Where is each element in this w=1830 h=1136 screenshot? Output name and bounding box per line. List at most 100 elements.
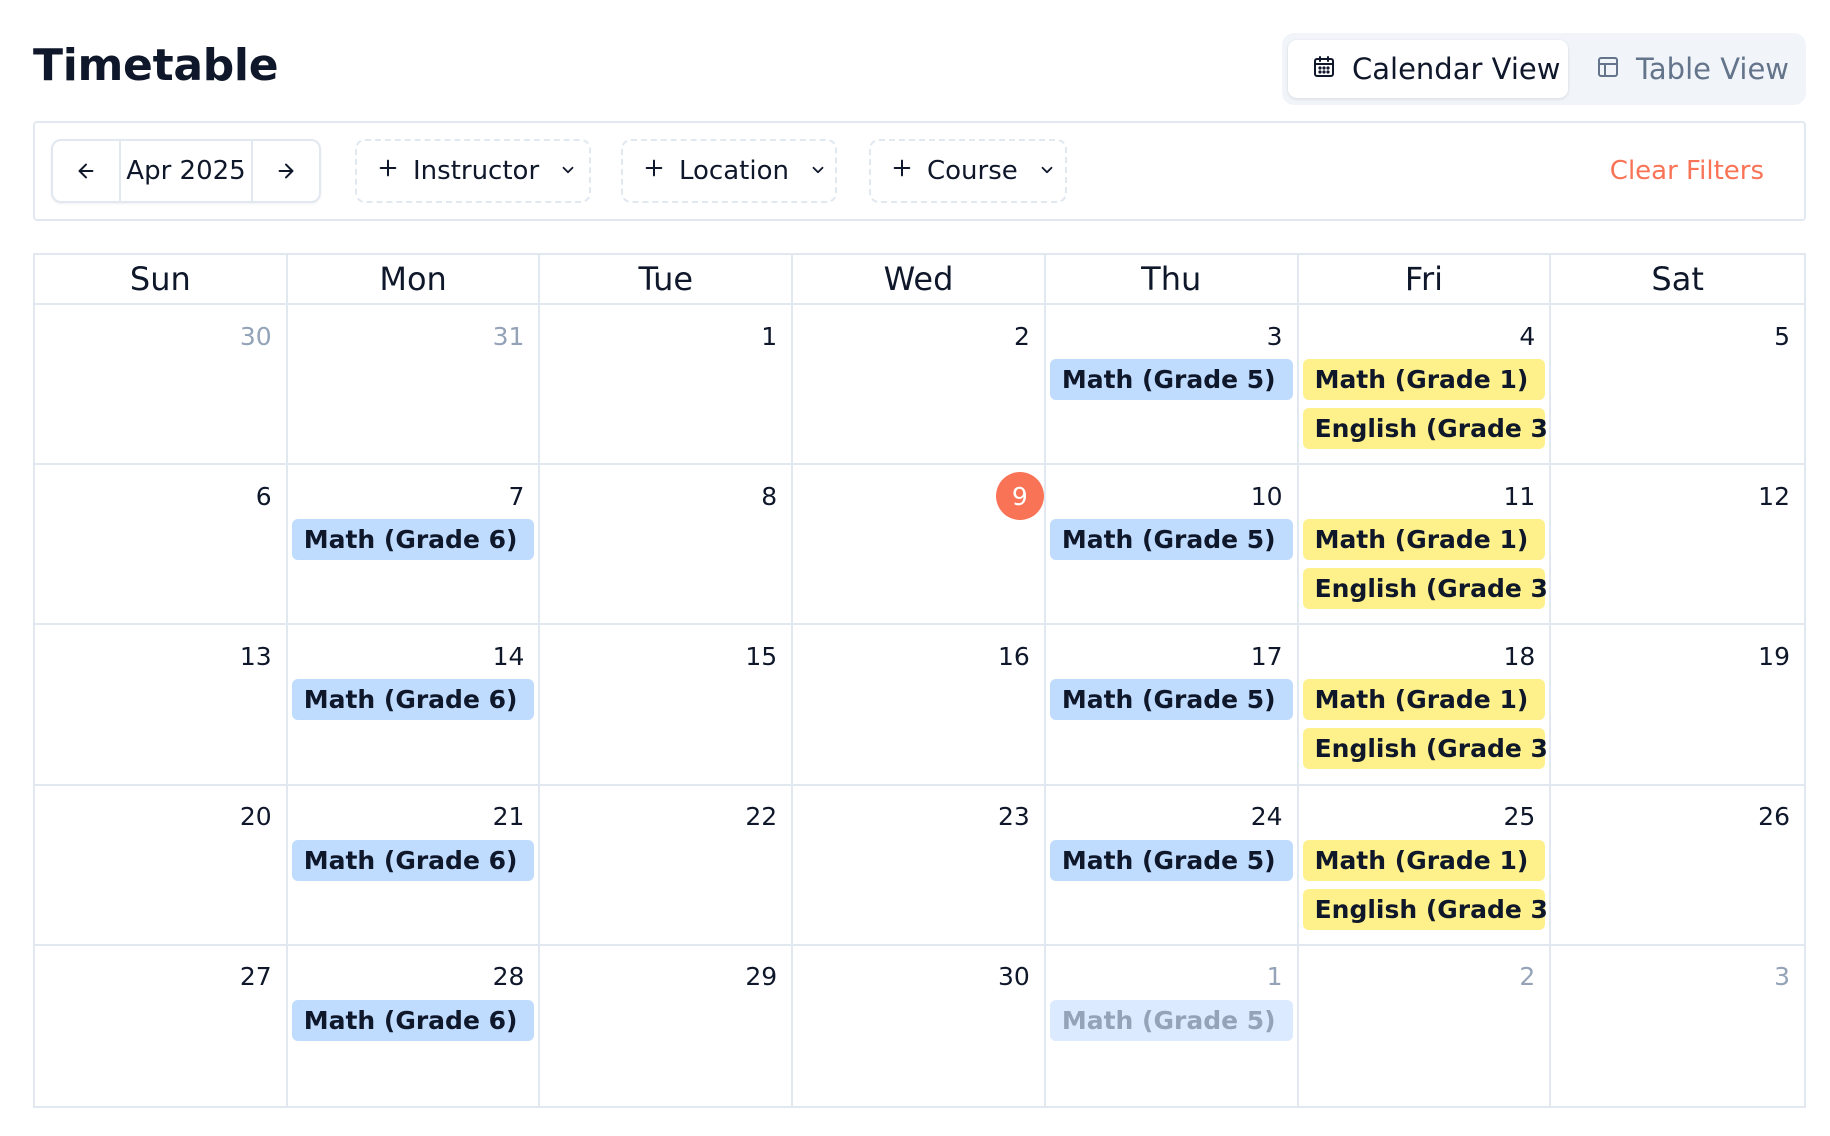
event-chip[interactable]: Math (Grade 5) xyxy=(1049,999,1293,1041)
date-number: 6 xyxy=(39,475,282,517)
day-cell[interactable]: 18 Math (Grade 1) English (Grade 3) xyxy=(1298,625,1552,786)
day-cell[interactable]: 20 xyxy=(35,785,288,946)
day-cell[interactable]: 30 xyxy=(35,305,288,466)
day-cell[interactable]: 7 Math (Grade 6) xyxy=(287,465,541,626)
day-cell[interactable]: 27 xyxy=(35,945,288,1106)
date-number-text: 3 xyxy=(1266,321,1283,351)
event-chip[interactable]: Math (Grade 6) xyxy=(291,519,535,561)
date-number: 23 xyxy=(797,796,1040,838)
date-number: 25 xyxy=(1303,796,1546,838)
filter-toolbar: Apr 2025 Instructor Location Course Clea… xyxy=(33,121,1806,221)
day-cell[interactable]: 4 Math (Grade 1) English (Grade 3) xyxy=(1298,305,1552,466)
course-filter-button[interactable]: Course xyxy=(869,139,1067,203)
date-number: 29 xyxy=(544,956,787,998)
day-cell[interactable]: 1 xyxy=(540,305,794,466)
day-cell[interactable]: 28 Math (Grade 6) xyxy=(288,945,541,1106)
course-filter-label: Course xyxy=(927,156,1018,186)
date-number-text: 30 xyxy=(239,321,272,351)
table-view-label: Table View xyxy=(1636,52,1790,86)
calendar-view-button[interactable]: Calendar View xyxy=(1288,40,1568,98)
event-chip[interactable]: Math (Grade 5) xyxy=(1049,359,1293,400)
date-number: 13 xyxy=(39,635,282,677)
event-chip[interactable]: Math (Grade 1) xyxy=(1302,679,1546,721)
date-number: 3 xyxy=(1555,956,1800,998)
weekday-header: Mon xyxy=(287,255,541,305)
plus-icon xyxy=(643,156,665,186)
day-cell[interactable]: 23 xyxy=(793,785,1046,946)
day-cell[interactable]: 1 Math (Grade 5) xyxy=(1046,945,1299,1106)
day-cell[interactable]: 2 xyxy=(793,305,1046,466)
location-filter-label: Location xyxy=(679,156,789,186)
event-chip[interactable]: Math (Grade 5) xyxy=(1049,839,1293,881)
day-cell[interactable]: 6 xyxy=(35,465,288,626)
day-cell[interactable]: 31 xyxy=(287,305,541,466)
day-cell[interactable]: 13 xyxy=(35,625,288,786)
event-chip[interactable]: Math (Grade 5) xyxy=(1049,679,1293,721)
date-number: 2 xyxy=(1303,956,1546,998)
day-cell[interactable]: 10 Math (Grade 5) xyxy=(1045,465,1299,626)
event-chip[interactable]: English (Grade 3) xyxy=(1302,568,1549,610)
plus-icon xyxy=(377,156,399,186)
date-number: 14 xyxy=(292,635,535,677)
view-toggle: Calendar View Table View xyxy=(1282,33,1806,105)
day-cell[interactable]: 8 xyxy=(540,465,794,626)
day-cell[interactable]: 24 Math (Grade 5) xyxy=(1045,785,1299,946)
event-list: Math (Grade 1) English (Grade 3) xyxy=(1302,679,1549,770)
event-list: Math (Grade 1) English (Grade 3) xyxy=(1302,359,1549,449)
event-list: Math (Grade 1) English (Grade 3) xyxy=(1302,839,1549,930)
date-number-text: 11 xyxy=(1503,481,1536,511)
day-cell[interactable]: 12 xyxy=(1551,465,1804,626)
date-number: 11 xyxy=(1303,475,1546,517)
event-chip[interactable]: English (Grade 3) xyxy=(1302,728,1549,770)
day-cell[interactable]: 9 xyxy=(793,465,1046,626)
day-cell[interactable]: 21 Math (Grade 6) xyxy=(287,785,541,946)
day-cell[interactable]: 11 Math (Grade 1) English (Grade 3) xyxy=(1298,465,1552,626)
event-chip[interactable]: Math (Grade 6) xyxy=(291,999,535,1041)
event-chip[interactable]: Math (Grade 6) xyxy=(291,679,535,721)
date-number: 22 xyxy=(544,796,787,838)
date-number-text: 28 xyxy=(492,962,525,992)
event-chip[interactable]: English (Grade 3) xyxy=(1302,888,1549,930)
clear-filters-button[interactable]: Clear Filters xyxy=(1610,156,1764,186)
date-number: 10 xyxy=(1050,475,1293,517)
date-number: 27 xyxy=(39,956,282,998)
date-number: 15 xyxy=(544,635,787,677)
day-cell[interactable]: 15 xyxy=(540,625,794,786)
date-number-text: 20 xyxy=(239,802,272,832)
previous-month-button[interactable] xyxy=(53,141,119,201)
day-cell[interactable]: 14 Math (Grade 6) xyxy=(287,625,541,786)
next-month-button[interactable] xyxy=(253,141,319,201)
date-number-text: 3 xyxy=(1774,962,1790,992)
day-cell[interactable]: 16 xyxy=(793,625,1046,786)
date-number: 1 xyxy=(1050,956,1293,998)
current-month-label[interactable]: Apr 2025 xyxy=(119,141,253,201)
table-icon xyxy=(1596,52,1620,86)
day-cell[interactable]: 19 xyxy=(1551,625,1804,786)
instructor-filter-button[interactable]: Instructor xyxy=(355,139,591,203)
event-chip[interactable]: Math (Grade 1) xyxy=(1302,359,1546,400)
day-cell[interactable]: 2 xyxy=(1299,945,1552,1106)
day-cell[interactable]: 22 xyxy=(540,785,794,946)
day-cell[interactable]: 5 xyxy=(1551,305,1804,466)
day-cell[interactable]: 30 xyxy=(793,945,1046,1106)
event-chip[interactable]: Math (Grade 6) xyxy=(291,839,535,881)
event-chip[interactable]: Math (Grade 1) xyxy=(1302,519,1546,561)
date-number-text: 14 xyxy=(492,641,525,671)
date-number-text: 21 xyxy=(492,802,525,832)
month-navigator: Apr 2025 xyxy=(51,139,321,203)
event-chip[interactable]: Math (Grade 1) xyxy=(1302,839,1546,881)
event-chip[interactable]: Math (Grade 5) xyxy=(1049,519,1293,561)
weekday-header: Sun xyxy=(35,255,288,305)
day-cell[interactable]: 3 xyxy=(1551,946,1804,1106)
day-cell[interactable]: 17 Math (Grade 5) xyxy=(1045,625,1299,786)
event-list: Math (Grade 1) English (Grade 3) xyxy=(1302,519,1549,610)
event-chip[interactable]: English (Grade 3) xyxy=(1302,408,1549,449)
day-cell[interactable]: 26 xyxy=(1551,786,1804,946)
day-cell[interactable]: 3 Math (Grade 5) xyxy=(1045,305,1299,466)
location-filter-button[interactable]: Location xyxy=(621,139,837,203)
day-cell[interactable]: 29 xyxy=(540,945,794,1106)
event-list: Math (Grade 6) xyxy=(291,679,535,721)
day-cell[interactable]: 25 Math (Grade 1) English (Grade 3) xyxy=(1298,785,1552,946)
table-view-button[interactable]: Table View xyxy=(1572,40,1813,98)
instructor-filter-label: Instructor xyxy=(413,156,540,186)
